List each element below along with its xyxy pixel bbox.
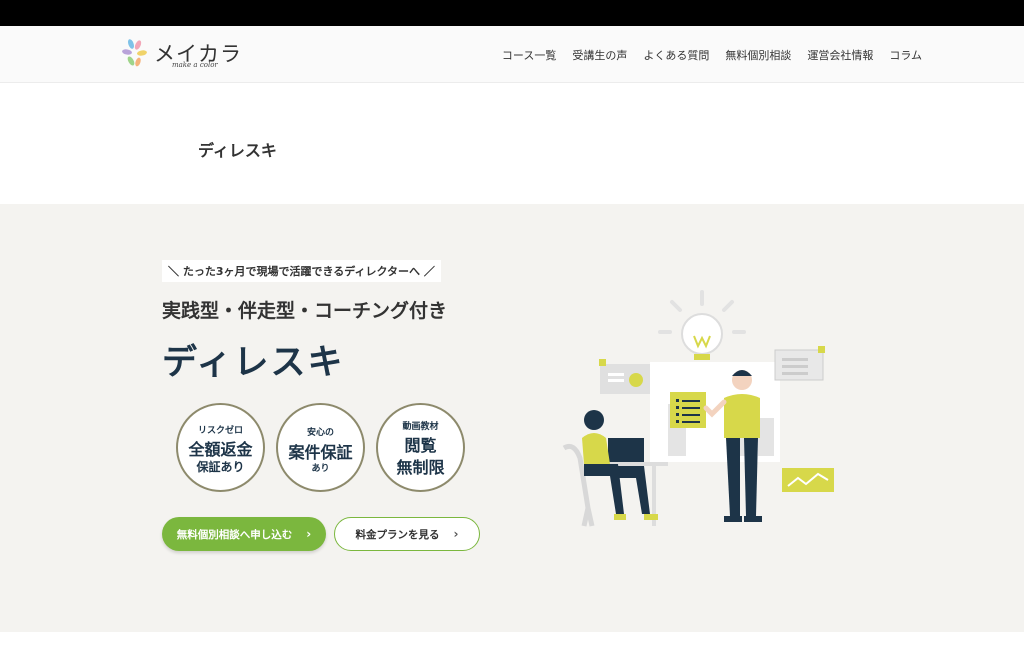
button-label: 料金プランを見る — [355, 528, 440, 541]
chevron-right-icon: › — [306, 527, 312, 541]
hero-subheading: 実践型・伴走型・コーチング付き — [162, 300, 448, 322]
flower-logo-icon — [122, 39, 147, 67]
apply-consultation-button[interactable]: 無料個別相談へ申し込む › — [162, 517, 326, 551]
badge-bottom-text: 無制限 — [396, 458, 445, 477]
page-title: ディレスキ — [198, 141, 277, 160]
logo[interactable]: メイカラ make a color — [122, 38, 242, 72]
site-header: メイカラ make a color コース一覧 受講生の声 よくある質問 無料個… — [0, 26, 1024, 83]
badge-top-text: リスクゼロ — [197, 426, 243, 436]
nav-company-info[interactable]: 運営会社情報 — [807, 47, 873, 63]
hero-heading: ディレスキ — [162, 343, 345, 383]
badge-bottom-text: 保証あり — [196, 460, 245, 474]
nav-faq[interactable]: よくある質問 — [643, 47, 709, 63]
badge-top-text: 安心の — [306, 428, 334, 438]
top-black-bar — [0, 0, 1024, 26]
nav-course-list[interactable]: コース一覧 — [502, 47, 556, 63]
badge-bottom-text: あり — [311, 464, 330, 474]
button-label: 無料個別相談へ申し込む — [176, 528, 293, 541]
badge-full-refund: リスクゼロ 全額返金 保証あり — [176, 403, 265, 492]
chevron-right-icon: › — [453, 527, 459, 541]
view-pricing-button[interactable]: 料金プランを見る › — [334, 517, 480, 551]
badge-project-guarantee: 安心の 案件保証 あり — [276, 403, 365, 492]
hero-illustration — [562, 290, 834, 527]
badge-main-text: 案件保証 — [288, 443, 353, 462]
logo-subtext: make a color — [172, 61, 218, 69]
badge-main-text: 全額返金 — [188, 440, 253, 459]
nav-testimonials[interactable]: 受講生の声 — [572, 47, 627, 63]
badge-main-text: 閲覧 — [404, 436, 437, 455]
badge-unlimited-videos: 動画教材 閲覧 無制限 — [376, 403, 465, 492]
hero-section: ＼ たった3ヶ月で現場で活躍できるディレクターへ ／ 実践型・伴走型・コーチング… — [0, 204, 1024, 632]
nav-free-consultation[interactable]: 無料個別相談 — [725, 47, 791, 63]
catch-copy: ＼ たった3ヶ月で現場で活躍できるディレクターへ ／ — [162, 260, 441, 282]
nav-column[interactable]: コラム — [889, 47, 922, 63]
badge-top-text: 動画教材 — [402, 422, 439, 432]
main-nav: コース一覧 受講生の声 よくある質問 無料個別相談 運営会社情報 コラム — [502, 47, 922, 63]
